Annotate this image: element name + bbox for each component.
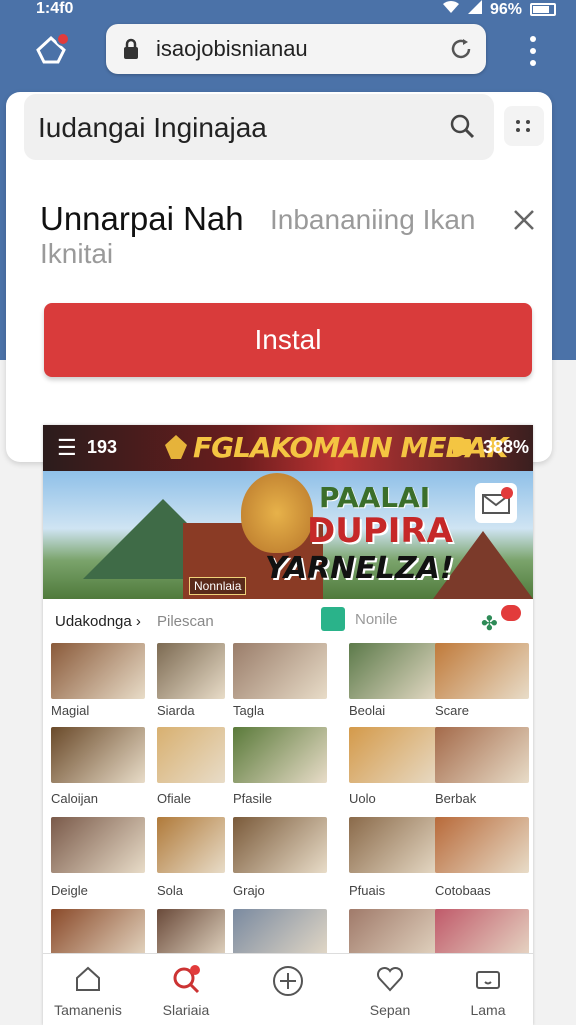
install-button[interactable]: Instal	[44, 303, 532, 377]
grid-label: Pfuais	[349, 883, 386, 898]
category-first[interactable]: Udakodnga ›	[55, 613, 141, 630]
status-bar: 1:4f0 96%	[0, 0, 576, 24]
grid-label: Beolai	[349, 703, 386, 718]
apps-grid-icon[interactable]	[504, 106, 544, 146]
category-third[interactable]: Nonile	[355, 611, 398, 628]
header-count: 193	[87, 437, 118, 457]
grid-photo[interactable]	[233, 727, 327, 783]
reload-icon[interactable]	[448, 36, 474, 67]
bag-icon[interactable]	[453, 439, 471, 455]
brand-logo-icon	[163, 433, 189, 461]
header-percent: 388%	[482, 437, 529, 457]
nav-item-search[interactable]: Slariaia	[141, 954, 231, 1025]
grid-photo[interactable]	[157, 817, 225, 873]
app-header: ☰ 193 FGLAKOMAIN MEBAK 388%	[43, 425, 533, 471]
grid-label: Uolo	[349, 791, 376, 806]
bottom-nav: Tamanenis Slariaia Sepan Lama	[43, 953, 533, 1025]
grid-label: Sola	[157, 883, 184, 898]
nav-label-profile: Lama	[470, 1002, 506, 1018]
grid-photo[interactable]	[349, 817, 443, 873]
grid-label: Siarda	[157, 703, 195, 718]
wallet-icon	[476, 971, 500, 989]
banner-title: Unnarpai Nah	[40, 200, 244, 237]
address-bar[interactable]: isaojobisnianau	[106, 24, 486, 74]
nav-item-profile[interactable]: Lama	[443, 954, 533, 1025]
mask-illustration	[241, 473, 313, 553]
grid-label: Ofiale	[157, 791, 191, 806]
app-preview: ☰ 193 FGLAKOMAIN MEBAK 388% PAALAI DUPIR…	[43, 425, 533, 1025]
nav-label-saved: Sepan	[369, 1002, 411, 1018]
close-icon[interactable]	[510, 206, 538, 234]
hero-banner[interactable]: PAALAI DUPIRA YARNELZA! Nonnlaia	[43, 471, 533, 599]
hero-line1: PAALAI	[319, 481, 431, 514]
grid-label: Magial	[51, 703, 90, 718]
hero-line3: YARNELZA!	[265, 551, 454, 586]
grid-label: Pfasile	[233, 791, 273, 806]
url-text: isaojobisnianau	[156, 36, 308, 61]
grid-photo[interactable]	[157, 727, 225, 783]
nav-label-search: Slariaia	[162, 1002, 210, 1018]
grid-photo[interactable]	[51, 727, 145, 783]
mail-button[interactable]	[475, 483, 517, 523]
grid-label: Berbak	[435, 791, 477, 806]
grid-photo[interactable]	[349, 727, 443, 783]
check-icon[interactable]	[321, 607, 345, 631]
lock-icon	[122, 38, 140, 65]
grid-label: Deigle	[51, 883, 88, 898]
grid-label: Caloijan	[51, 791, 98, 806]
grid-label: Scare	[435, 703, 469, 718]
signal-icon	[467, 0, 482, 19]
category-badge	[501, 605, 521, 621]
grid-label: Cotobaas	[435, 883, 491, 898]
battery-icon	[530, 3, 556, 16]
add-icon	[273, 966, 303, 996]
nav-item-add[interactable]	[243, 954, 333, 1025]
nav-item-saved[interactable]: Sepan	[345, 954, 435, 1025]
category-bar: Udakodnga › Pilescan Nonile ✤	[43, 603, 533, 639]
search-query: Iudangai Inginajaa	[38, 112, 267, 143]
status-time: 1:4f0	[36, 0, 74, 17]
grid-photo[interactable]	[233, 817, 327, 873]
search-bar[interactable]: Iudangai Inginajaa	[24, 94, 494, 160]
install-sheet: Iudangai Inginajaa Unnarpai Nah Inbanani…	[6, 92, 552, 462]
grid-photo[interactable]	[51, 643, 145, 699]
home-button[interactable]	[34, 32, 70, 68]
battery-percent: 96%	[489, 0, 522, 18]
grid-photo[interactable]	[435, 643, 529, 699]
grid-photo[interactable]	[349, 643, 443, 699]
menu-dots-icon[interactable]	[526, 36, 540, 66]
grid-photo[interactable]	[435, 727, 529, 783]
banner-subtitle: Inbananiing Ikan	[270, 204, 476, 235]
grid-photo[interactable]	[435, 817, 529, 873]
grid-label: Grajo	[233, 883, 265, 898]
nav-item-home[interactable]: Tamanenis	[43, 954, 133, 1025]
heart-icon	[376, 966, 404, 992]
grid-photo[interactable]	[51, 817, 145, 873]
nav-label-home: Tamanenis	[54, 1002, 122, 1018]
search-heart-icon	[173, 965, 200, 994]
search-icon[interactable]	[448, 112, 476, 145]
grid-photo[interactable]	[233, 643, 327, 699]
home-icon	[76, 966, 100, 991]
banner-subtitle-line2: Iknitai	[40, 238, 114, 269]
wifi-icon	[442, 0, 460, 19]
grid-label: Tagla	[233, 703, 265, 718]
hero-line2: DUPIRA	[307, 511, 453, 551]
notification-dot	[56, 32, 70, 46]
grid-photo[interactable]	[157, 643, 225, 699]
category-second[interactable]: Pilescan	[157, 613, 214, 630]
hero-tag: Nonnlaia	[189, 577, 247, 595]
mail-badge	[501, 487, 513, 499]
hamburger-icon[interactable]: ☰	[57, 435, 77, 461]
clover-icon[interactable]: ✤	[481, 611, 498, 636]
